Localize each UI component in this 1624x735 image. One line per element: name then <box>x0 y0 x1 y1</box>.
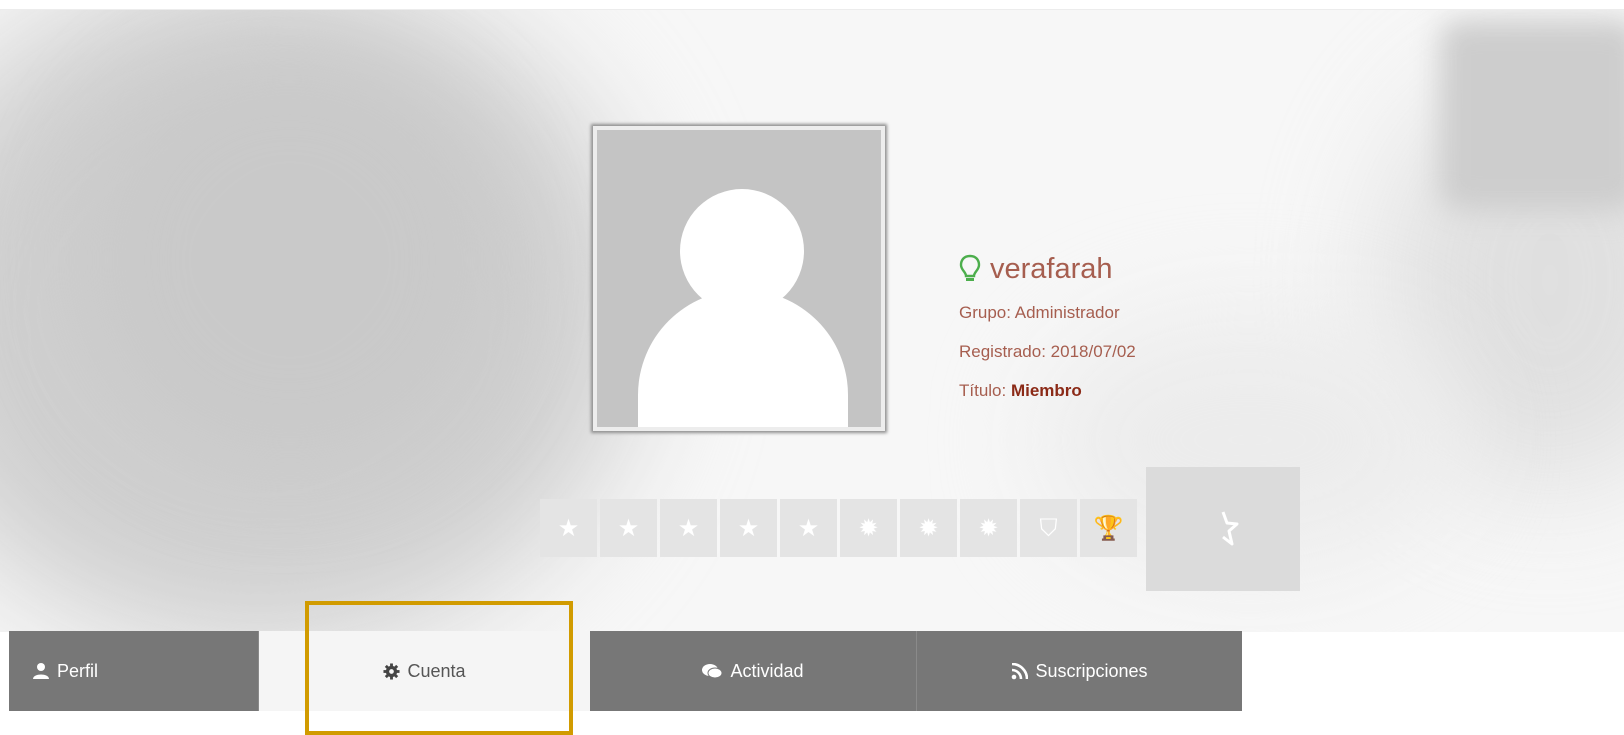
shield-icon: ⛉ <box>1020 499 1077 557</box>
user-info: verafarah Grupo: Administrador Registrad… <box>959 245 1136 410</box>
tab-perfil[interactable]: Perfil <box>9 631 259 711</box>
top-divider <box>0 0 1624 10</box>
cog-badge-icon: ✹ <box>900 499 957 557</box>
tab-label: Actividad <box>730 660 804 681</box>
star-icon: ★ <box>660 499 717 557</box>
registered-text: Registrado: 2018/07/02 <box>959 342 1136 361</box>
focus-highlight <box>305 601 573 735</box>
tab-suscripciones[interactable]: Suscripciones <box>917 631 1242 711</box>
comments-icon <box>702 663 723 680</box>
star-icon: ★ <box>780 499 837 557</box>
group-text: Grupo: Administrador <box>959 303 1120 322</box>
profile-tabs: Perfil Cuenta Actividad Suscripciones <box>9 631 1242 711</box>
star-icon: ★ <box>600 499 657 557</box>
rss-icon <box>1011 662 1029 680</box>
half-star-icon <box>1221 511 1239 546</box>
username[interactable]: verafarah <box>990 253 1113 286</box>
tab-actividad[interactable]: Actividad <box>590 631 917 711</box>
avatar[interactable] <box>593 126 885 431</box>
badge-row: ★ ★ ★ ★ ★ ✹ ✹ ✹ ⛉ 🏆 <box>540 499 1137 557</box>
rank-badge <box>1146 467 1300 591</box>
trophy-icon: 🏆 <box>1080 499 1137 557</box>
star-icon: ★ <box>540 499 597 557</box>
lightbulb-icon <box>959 254 981 281</box>
user-icon <box>32 662 50 680</box>
title-label: Título: <box>959 381 1011 400</box>
cog-badge-icon: ✹ <box>960 499 1017 557</box>
tab-label: Perfil <box>57 660 99 681</box>
title-value: Miembro <box>1010 381 1082 400</box>
tab-label: Suscripciones <box>1035 660 1148 681</box>
star-icon: ★ <box>720 499 777 557</box>
cog-badge-icon: ✹ <box>840 499 897 557</box>
title-text: Título: Miembro <box>959 371 1136 410</box>
avatar-body-shape <box>638 290 848 427</box>
username-row: verafarah <box>959 245 1136 293</box>
